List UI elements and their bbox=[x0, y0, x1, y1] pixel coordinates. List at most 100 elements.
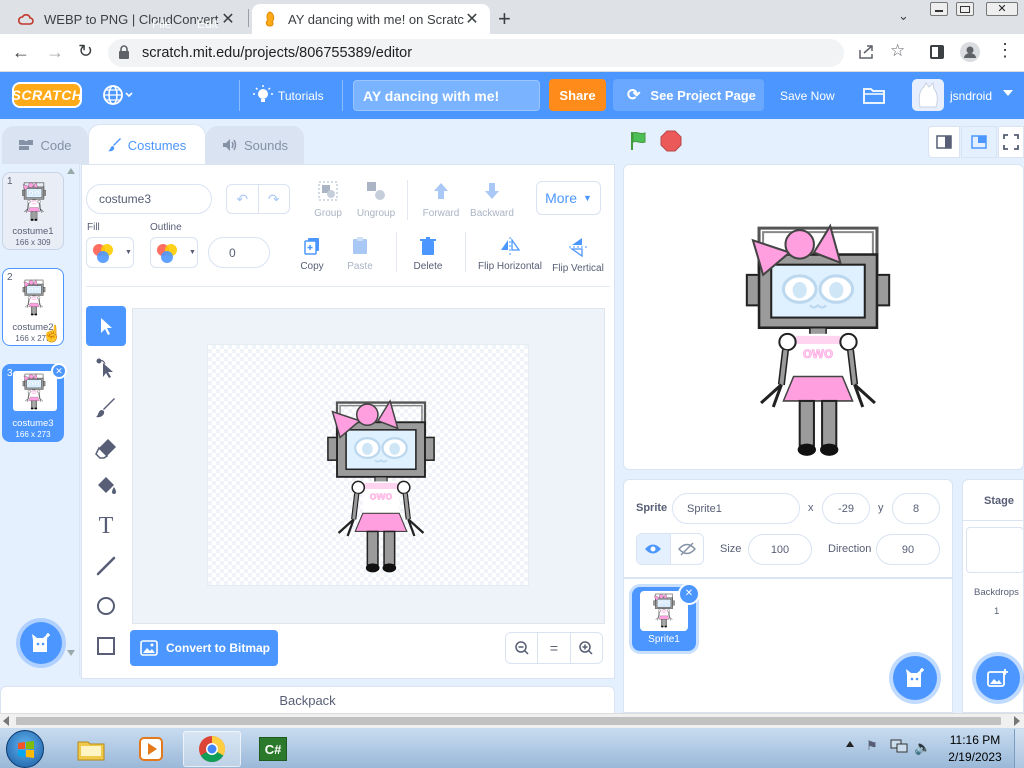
project-title-input[interactable]: AY dancing with me! bbox=[353, 80, 540, 111]
scroll-down-arrow-icon[interactable] bbox=[67, 650, 75, 656]
bookmark-star-icon[interactable]: ☆ bbox=[890, 41, 905, 61]
close-tab-icon[interactable]: ✕ bbox=[464, 9, 480, 29]
network-icon[interactable] bbox=[890, 738, 908, 754]
share-page-icon[interactable] bbox=[858, 44, 874, 60]
brush-tool[interactable] bbox=[86, 388, 126, 428]
zoom-in-icon[interactable] bbox=[571, 633, 602, 663]
costume-artwork[interactable] bbox=[325, 398, 437, 580]
scroll-left-arrow-icon[interactable] bbox=[3, 716, 9, 726]
windows-start-button[interactable] bbox=[6, 730, 44, 768]
taskbar-csharp-app[interactable]: C# bbox=[244, 731, 302, 767]
zoom-reset-button[interactable]: = bbox=[538, 633, 571, 663]
fullscreen-button[interactable] bbox=[998, 126, 1024, 158]
zoom-out-icon[interactable] bbox=[506, 633, 539, 663]
text-tool[interactable]: T bbox=[86, 506, 126, 546]
costume-tile-1[interactable]: 1 costume1 166 x 309 bbox=[2, 172, 64, 250]
costume-name-input[interactable]: costume3 bbox=[86, 184, 212, 214]
ungroup-button[interactable]: Ungroup bbox=[355, 180, 397, 219]
horizontal-scrollbar[interactable] bbox=[0, 713, 1024, 728]
small-stage-button[interactable] bbox=[928, 126, 960, 158]
scroll-up-arrow-icon[interactable] bbox=[67, 168, 75, 174]
outline-width-input[interactable]: 0 bbox=[208, 237, 270, 268]
new-tab-icon[interactable]: + bbox=[498, 6, 511, 32]
user-avatar[interactable] bbox=[912, 79, 944, 111]
save-now-button[interactable]: Save Now bbox=[780, 72, 835, 119]
reshape-tool[interactable] bbox=[86, 348, 126, 388]
taskbar-file-explorer[interactable] bbox=[62, 731, 120, 767]
fill-color-picker[interactable]: ▼ bbox=[86, 237, 134, 268]
paste-button[interactable]: Paste bbox=[343, 236, 377, 272]
forward-arrow-icon[interactable]: → bbox=[46, 42, 64, 63]
tab-search-chevron-icon[interactable]: ⌄ bbox=[898, 8, 909, 24]
tutorials-button[interactable]: Tutorials bbox=[278, 72, 324, 119]
redo-icon[interactable]: ↷ bbox=[259, 185, 290, 213]
convert-to-bitmap-button[interactable]: Convert to Bitmap bbox=[130, 630, 278, 666]
show-desktop-button[interactable] bbox=[1014, 729, 1024, 768]
large-stage-button[interactable] bbox=[961, 126, 997, 158]
backward-button[interactable]: Backward bbox=[468, 180, 516, 219]
delete-button[interactable]: Delete bbox=[410, 236, 446, 272]
sprite-name-input[interactable]: Sprite1 bbox=[672, 493, 800, 524]
stop-sign-icon[interactable] bbox=[660, 130, 682, 152]
tab-sounds[interactable]: Sounds bbox=[206, 126, 304, 164]
back-arrow-icon[interactable]: ← bbox=[12, 42, 30, 63]
green-flag-icon[interactable] bbox=[628, 130, 650, 152]
x-position-input[interactable]: -29 bbox=[822, 493, 870, 524]
line-tool[interactable] bbox=[86, 546, 126, 586]
address-bar[interactable]: scratch.mit.edu/projects/806755389/edito… bbox=[108, 39, 844, 67]
outline-color-picker[interactable]: ▼ bbox=[150, 237, 198, 268]
scroll-right-arrow-icon[interactable] bbox=[1014, 716, 1020, 726]
direction-input[interactable]: 90 bbox=[876, 534, 940, 565]
choose-costume-button[interactable] bbox=[20, 622, 62, 664]
restore-window-icon[interactable] bbox=[956, 2, 974, 16]
flip-vertical-button[interactable]: Flip Vertical bbox=[550, 236, 606, 274]
eraser-tool[interactable] bbox=[86, 428, 126, 468]
volume-speaker-icon[interactable]: 🔈 bbox=[914, 739, 931, 756]
action-center-flag-icon[interactable]: ⚑ bbox=[866, 738, 878, 754]
forward-button[interactable]: Forward bbox=[420, 180, 462, 219]
rectangle-tool[interactable] bbox=[86, 626, 126, 666]
choose-backdrop-button[interactable] bbox=[976, 656, 1020, 700]
y-position-input[interactable]: 8 bbox=[892, 493, 940, 524]
size-input[interactable]: 100 bbox=[748, 534, 812, 565]
reload-icon[interactable]: ↻ bbox=[78, 41, 93, 62]
select-tool[interactable] bbox=[86, 306, 126, 346]
minimize-window-icon[interactable] bbox=[930, 2, 948, 16]
clock-date[interactable]: 2/19/2023 bbox=[940, 750, 1010, 764]
clock-time[interactable]: 11:16 PM bbox=[940, 733, 1010, 747]
more-dropdown[interactable]: More ▼ bbox=[536, 181, 601, 215]
account-caret-icon[interactable] bbox=[1003, 90, 1013, 96]
delete-sprite-icon[interactable]: ✕ bbox=[678, 583, 700, 605]
username-label[interactable]: jsndroid bbox=[950, 72, 992, 119]
show-hidden-icons-icon[interactable] bbox=[846, 741, 854, 747]
backpack-header[interactable]: Backpack bbox=[0, 686, 615, 714]
lock-icon[interactable] bbox=[118, 45, 130, 59]
delete-costume-icon[interactable]: ✕ bbox=[51, 363, 67, 379]
hide-eye-icon[interactable] bbox=[671, 534, 704, 564]
undo-icon[interactable]: ↶ bbox=[227, 185, 259, 213]
stage-sprite-artwork[interactable] bbox=[745, 222, 891, 466]
tab-costumes[interactable]: Costumes bbox=[88, 124, 206, 165]
flip-horizontal-button[interactable]: Flip Horizontal bbox=[478, 236, 542, 272]
my-stuff-folder-icon[interactable] bbox=[863, 86, 885, 104]
scratch-logo[interactable]: SCRATCH bbox=[12, 82, 82, 108]
stage-thumbnail[interactable] bbox=[966, 527, 1024, 573]
browser-tab-scratch[interactable]: AY dancing with me! on Scratch ✕ bbox=[252, 4, 490, 34]
tab-code[interactable]: Code bbox=[2, 126, 88, 164]
copy-button[interactable]: Copy bbox=[295, 236, 329, 272]
file-menu[interactable]: File bbox=[152, 0, 171, 47]
close-tab-icon[interactable]: ✕ bbox=[220, 9, 236, 29]
costume-tile-3-selected[interactable]: 3 costume3 166 x 273 ✕ bbox=[2, 363, 67, 442]
taskbar-media-player[interactable] bbox=[122, 731, 180, 767]
group-button[interactable]: Group bbox=[310, 180, 346, 219]
language-globe-icon[interactable] bbox=[102, 84, 134, 106]
circle-tool[interactable] bbox=[86, 586, 126, 626]
show-eye-icon[interactable] bbox=[637, 534, 671, 564]
choose-sprite-button[interactable] bbox=[893, 656, 937, 700]
close-window-icon[interactable]: ✕ bbox=[986, 2, 1018, 16]
profile-icon[interactable] bbox=[960, 42, 980, 62]
fill-tool[interactable] bbox=[86, 466, 126, 506]
scrollbar-thumb[interactable] bbox=[16, 717, 1001, 725]
edit-menu[interactable]: Edit bbox=[197, 0, 218, 47]
share-button[interactable]: Share bbox=[549, 79, 606, 111]
